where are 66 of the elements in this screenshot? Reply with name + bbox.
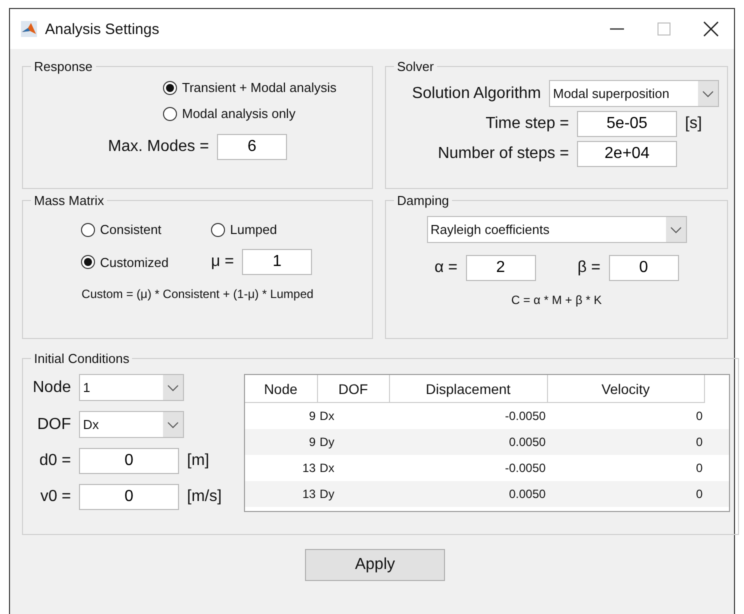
radio-button[interactable]: Customized (81, 254, 211, 270)
radio-button[interactable]: Consistent (81, 222, 211, 237)
beta-field[interactable]: 0 (608, 255, 679, 281)
panel-title: Mass Matrix (33, 193, 106, 208)
table-cell-text: -0.0050 (504, 409, 547, 423)
damping-dropdown[interactable]: Rayleigh coefficients (426, 216, 686, 243)
formula-text: C = α * M + β * K (510, 293, 603, 307)
d0-field[interactable]: 0 (79, 448, 179, 474)
close-icon[interactable] (701, 19, 721, 39)
alpha-field[interactable]: 2 (466, 255, 536, 281)
column-header[interactable]: DOF (318, 375, 390, 403)
panel-title: Damping (396, 193, 450, 208)
field-label: Number of steps = (438, 145, 569, 163)
dof-dropdown[interactable]: Dx (79, 411, 184, 438)
table-cell-text: Dx (318, 461, 336, 475)
column-header[interactable]: Node (244, 375, 318, 403)
panel-title: Solver (396, 59, 435, 74)
table-cell-text: 0 (694, 487, 704, 501)
field-label: Solution Algorithm (412, 84, 541, 102)
panel-title: Initial Conditions (33, 351, 130, 366)
radio-button[interactable]: Lumped (211, 222, 364, 237)
caret-icon (666, 217, 686, 242)
table-cell-text: 0 (694, 435, 704, 449)
table-cell-text: 0.0050 (508, 435, 547, 449)
app-icon (21, 21, 37, 37)
formula-text: Custom = (μ) * Consistent + (1-μ) * Lumped (80, 287, 314, 301)
caret-icon (698, 81, 718, 106)
column-header[interactable]: Velocity (548, 375, 705, 403)
column-header[interactable]: Displacement (390, 375, 548, 403)
mu-field[interactable]: 1 (242, 249, 312, 275)
field-label: Time step = (486, 115, 569, 133)
caret-icon (163, 375, 183, 400)
v0-field[interactable]: 0 (79, 484, 179, 510)
field-label: α = (434, 259, 458, 277)
table-cell-text: 13 (301, 461, 317, 475)
radio-button[interactable]: Modal analysis only (163, 106, 364, 121)
field-label: Max. Modes = (108, 138, 209, 156)
unit-label: [s] (685, 115, 703, 133)
time-step-field[interactable]: 5e-05 (577, 111, 677, 137)
panel-title: Response (33, 59, 94, 74)
node-dropdown[interactable]: 1 (79, 374, 184, 401)
algorithm-dropdown[interactable]: Modal superposition (549, 80, 719, 107)
table-cell-text: 0 (694, 461, 704, 475)
table-cell-text: 9 (308, 435, 317, 449)
caret-icon (163, 412, 183, 437)
table-cell-text: Dy (318, 487, 336, 501)
field-label: d0 = (38, 452, 71, 470)
field-label: DOF (36, 416, 71, 434)
radio-button[interactable]: Transient + Modal analysis (163, 80, 364, 95)
steps-field[interactable]: 2e+04 (577, 141, 677, 167)
field-label: Node (32, 378, 71, 396)
field-label: μ = (211, 253, 234, 271)
table-cell-text: 9 (308, 409, 317, 423)
table-cell-text: 0 (694, 409, 704, 423)
table-cell-text: Dy (318, 435, 336, 449)
table-cell-text: 0.0050 (508, 487, 547, 501)
field-label: v0 = (39, 488, 71, 506)
table-cell-text: Dx (318, 409, 336, 423)
window-title: Analysis Settings (45, 20, 160, 38)
unit-label: [m/s] (187, 488, 222, 506)
field-label: β = (578, 259, 601, 277)
unit-label: [m] (187, 452, 210, 470)
max-modes-field[interactable]: 6 (216, 134, 287, 160)
table-cell-text: -0.0050 (504, 461, 547, 475)
apply-button[interactable]: Apply (305, 549, 445, 581)
table-cell-text: 13 (301, 487, 317, 501)
